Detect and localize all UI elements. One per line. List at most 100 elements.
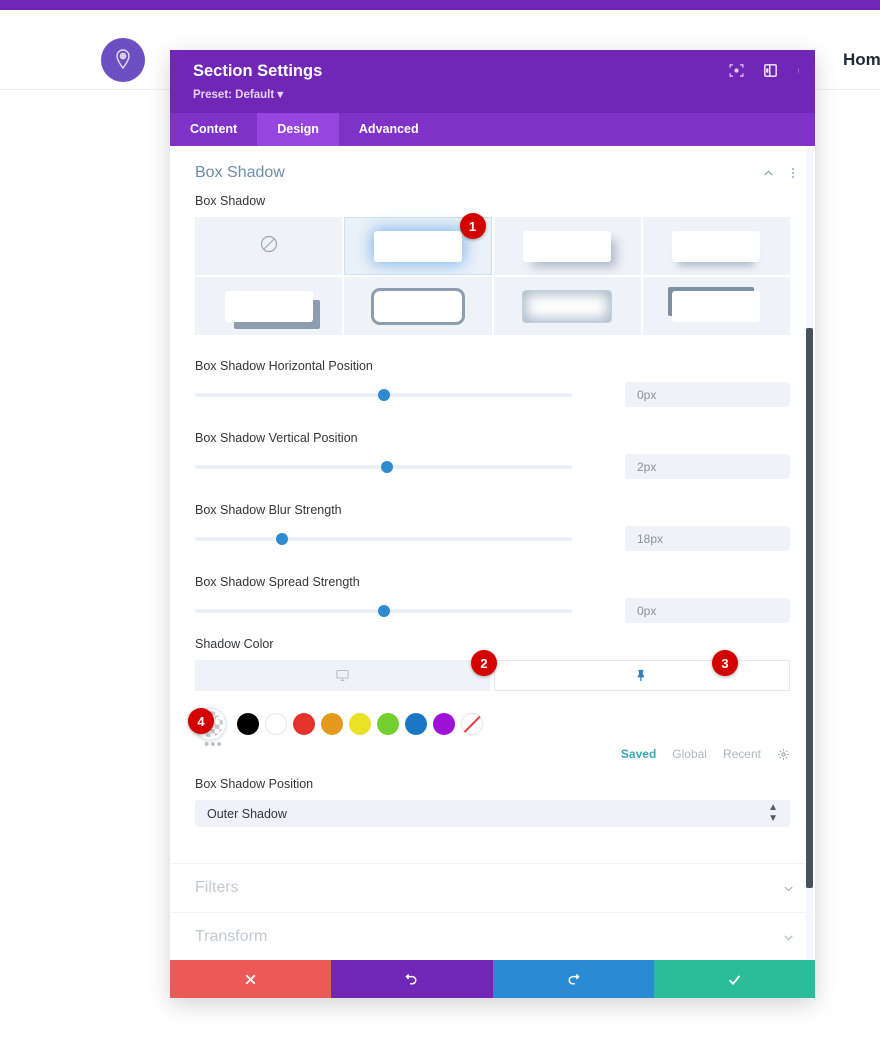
slider-value[interactable]: 18px	[625, 526, 790, 551]
shadow-color-label: Shadow Color	[195, 637, 274, 651]
modal-tabs: Content Design Advanced	[170, 113, 815, 146]
preset-inner-glow[interactable]	[493, 277, 641, 335]
annotation-badge-3: 3	[712, 650, 738, 676]
site-logo[interactable]	[101, 38, 145, 82]
no-shadow-icon	[259, 234, 279, 259]
modal-header-icons	[728, 62, 801, 79]
section-transform[interactable]: Transform	[170, 912, 815, 960]
swatch-red[interactable]	[293, 713, 315, 735]
swatch-purple[interactable]	[433, 713, 455, 735]
slider-label: Box Shadow Horizontal Position	[195, 359, 373, 373]
chevron-down-icon	[784, 885, 793, 892]
palette-tab-recent[interactable]: Recent	[723, 747, 761, 761]
top-admin-bar	[0, 0, 880, 10]
layout-panel-icon[interactable]	[762, 62, 779, 79]
swatch-blue[interactable]	[405, 713, 427, 735]
annotation-badge-1: 1	[459, 213, 486, 239]
slider-value[interactable]: 2px	[625, 454, 790, 479]
box-shadow-position-field: Box Shadow Position Outer Shadow ▲ ▼	[170, 777, 815, 827]
slider-thumb[interactable]	[275, 532, 288, 545]
swatch-orange[interactable]	[321, 713, 343, 735]
box-shadow-label: Box Shadow	[195, 194, 266, 208]
shadow-color-tabs: 2 3	[195, 650, 790, 691]
preset-none[interactable]	[195, 217, 343, 275]
undo-button[interactable]	[331, 960, 493, 998]
chevron-down-icon	[784, 934, 793, 941]
modal-preset-selector[interactable]: Preset: Default ▾	[193, 87, 283, 101]
more-vertical-icon[interactable]	[796, 62, 801, 79]
preset-preview	[672, 230, 761, 262]
slider-label: Box Shadow Spread Strength	[195, 575, 360, 589]
tab-content[interactable]: Content	[170, 113, 257, 146]
swatch-black[interactable]	[237, 713, 259, 735]
preset-preview	[523, 290, 612, 322]
modal-footer	[170, 960, 815, 998]
box-shadow-preset-field: Box Shadow 1	[170, 194, 815, 335]
swatch-none[interactable]	[461, 713, 483, 735]
slider-horizontal-position: Box Shadow Horizontal Position 0px	[195, 359, 790, 407]
modal-title: Section Settings	[193, 62, 323, 80]
page-root: Home Section Settings Preset: Default ▾	[0, 0, 880, 1039]
slider-track-wrap[interactable]	[195, 599, 572, 623]
preset-top-left-hard[interactable]	[642, 277, 790, 335]
save-button[interactable]	[653, 960, 815, 998]
pin-hover-tab[interactable]	[493, 660, 790, 691]
slider-track-wrap[interactable]	[195, 455, 572, 479]
slider-blur-strength: Box Shadow Blur Strength 18px	[195, 503, 790, 551]
cancel-button[interactable]	[170, 960, 332, 998]
monitor-icon	[336, 669, 349, 682]
preset-preview	[224, 290, 313, 322]
redo-button[interactable]	[492, 960, 654, 998]
desktop-responsive-tab[interactable]	[195, 660, 490, 691]
slider-value[interactable]: 0px	[625, 382, 790, 407]
box-shadow-section-header[interactable]: Box Shadow	[170, 146, 815, 194]
slider-label: Box Shadow Vertical Position	[195, 431, 358, 445]
select-value: Outer Shadow	[207, 806, 287, 821]
close-icon	[245, 974, 256, 984]
focus-icon[interactable]	[728, 62, 745, 79]
slider-track-wrap[interactable]	[195, 383, 572, 407]
box-shadow-preset-grid: 1	[195, 213, 790, 335]
slider-thumb[interactable]	[377, 388, 390, 401]
gear-icon[interactable]	[777, 748, 790, 761]
section-filters[interactable]: Filters	[170, 863, 815, 912]
more-colors-button[interactable]: •••	[204, 737, 223, 752]
chevron-up-icon[interactable]	[762, 167, 775, 180]
slider-label: Box Shadow Blur Strength	[195, 503, 342, 517]
preset-outline-thick[interactable]	[344, 277, 492, 335]
box-shadow-position-select[interactable]: Outer Shadow ▲ ▼	[195, 800, 790, 827]
swatch-yellow[interactable]	[349, 713, 371, 735]
swatch-green[interactable]	[377, 713, 399, 735]
caret-down-icon: ▾	[277, 89, 284, 101]
shadow-color-field: Shadow Color 2 3 4 ••• Saved Global Rece…	[170, 637, 815, 761]
redo-icon	[568, 973, 580, 984]
check-icon	[728, 974, 741, 985]
slider-thumb[interactable]	[381, 460, 394, 473]
slider-track-wrap[interactable]	[195, 527, 572, 551]
preset-preview	[373, 230, 462, 262]
scrollbar-thumb[interactable]	[806, 328, 813, 888]
section-more-vertical-icon[interactable]	[791, 166, 795, 180]
slider-value[interactable]: 0px	[625, 598, 790, 623]
preset-hard-diagonal[interactable]	[195, 277, 343, 335]
undo-icon	[405, 973, 417, 984]
nav-item-home[interactable]: Home	[843, 50, 880, 70]
swatch-white[interactable]	[265, 713, 287, 735]
annotation-badge-2: 2	[471, 650, 497, 676]
modal-header: Section Settings Preset: Default ▾	[170, 50, 815, 113]
preset-preview	[523, 230, 612, 262]
slider-thumb[interactable]	[377, 604, 390, 617]
preset-diagonal-soft[interactable]	[493, 217, 641, 275]
section-filters-label: Filters	[195, 879, 239, 896]
preset-glow[interactable]: 1	[344, 213, 492, 275]
palette-tab-global[interactable]: Global	[672, 747, 707, 761]
tab-design[interactable]: Design	[257, 113, 339, 146]
tab-advanced[interactable]: Advanced	[339, 113, 439, 146]
preset-bottom-soft[interactable]	[642, 217, 790, 275]
box-shadow-position-label: Box Shadow Position	[195, 777, 314, 791]
palette-tabs: Saved Global Recent	[195, 747, 790, 761]
palette-tab-saved[interactable]: Saved	[621, 747, 656, 761]
preset-preview	[373, 290, 462, 322]
section-settings-modal: Section Settings Preset: Default ▾ Conte	[170, 50, 815, 998]
slider-spread-strength: Box Shadow Spread Strength 0px	[195, 575, 790, 623]
